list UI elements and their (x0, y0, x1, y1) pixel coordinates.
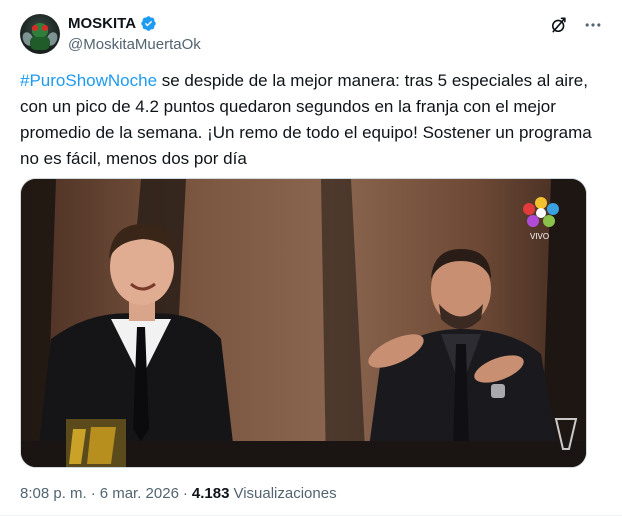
grok-slash-icon[interactable] (548, 14, 570, 36)
tweet-date[interactable]: 6 mar. 2026 (100, 485, 179, 502)
author-handle[interactable]: @MoskitaMuertaOk (68, 36, 201, 53)
avatar-body (30, 36, 50, 50)
tv-show-frame: VIVO (21, 179, 586, 467)
tweet-top-actions (548, 14, 604, 36)
meta-separator-2: · (182, 485, 188, 502)
tweet-meta: 8:08 p. m. · 6 mar. 2026 · 4.183 Visuali… (20, 485, 337, 502)
author-display-name[interactable]: MOSKITA (68, 15, 136, 32)
avatar-eye-right (42, 25, 48, 31)
avatar[interactable] (20, 14, 60, 54)
author-name-row: MOSKITA (68, 15, 157, 32)
views-count: 4.183 (191, 485, 230, 502)
tweet-text: #PuroShowNoche se despide de la mejor ma… (20, 68, 600, 172)
hashtag-link[interactable]: #PuroShowNoche (20, 71, 157, 90)
tweet-media-image[interactable]: VIVO (20, 178, 587, 468)
more-dots-icon[interactable] (582, 14, 604, 36)
tweet-card: MOSKITA @MoskitaMuertaOk #PuroShowNoche … (0, 0, 622, 516)
views-label: Visualizaciones (233, 485, 337, 502)
live-label: VIVO (530, 232, 549, 241)
avatar-eye-left (32, 25, 38, 31)
verified-badge-icon (140, 15, 157, 32)
tweet-time[interactable]: 8:08 p. m. (20, 485, 87, 502)
meta-separator: · (90, 485, 96, 502)
